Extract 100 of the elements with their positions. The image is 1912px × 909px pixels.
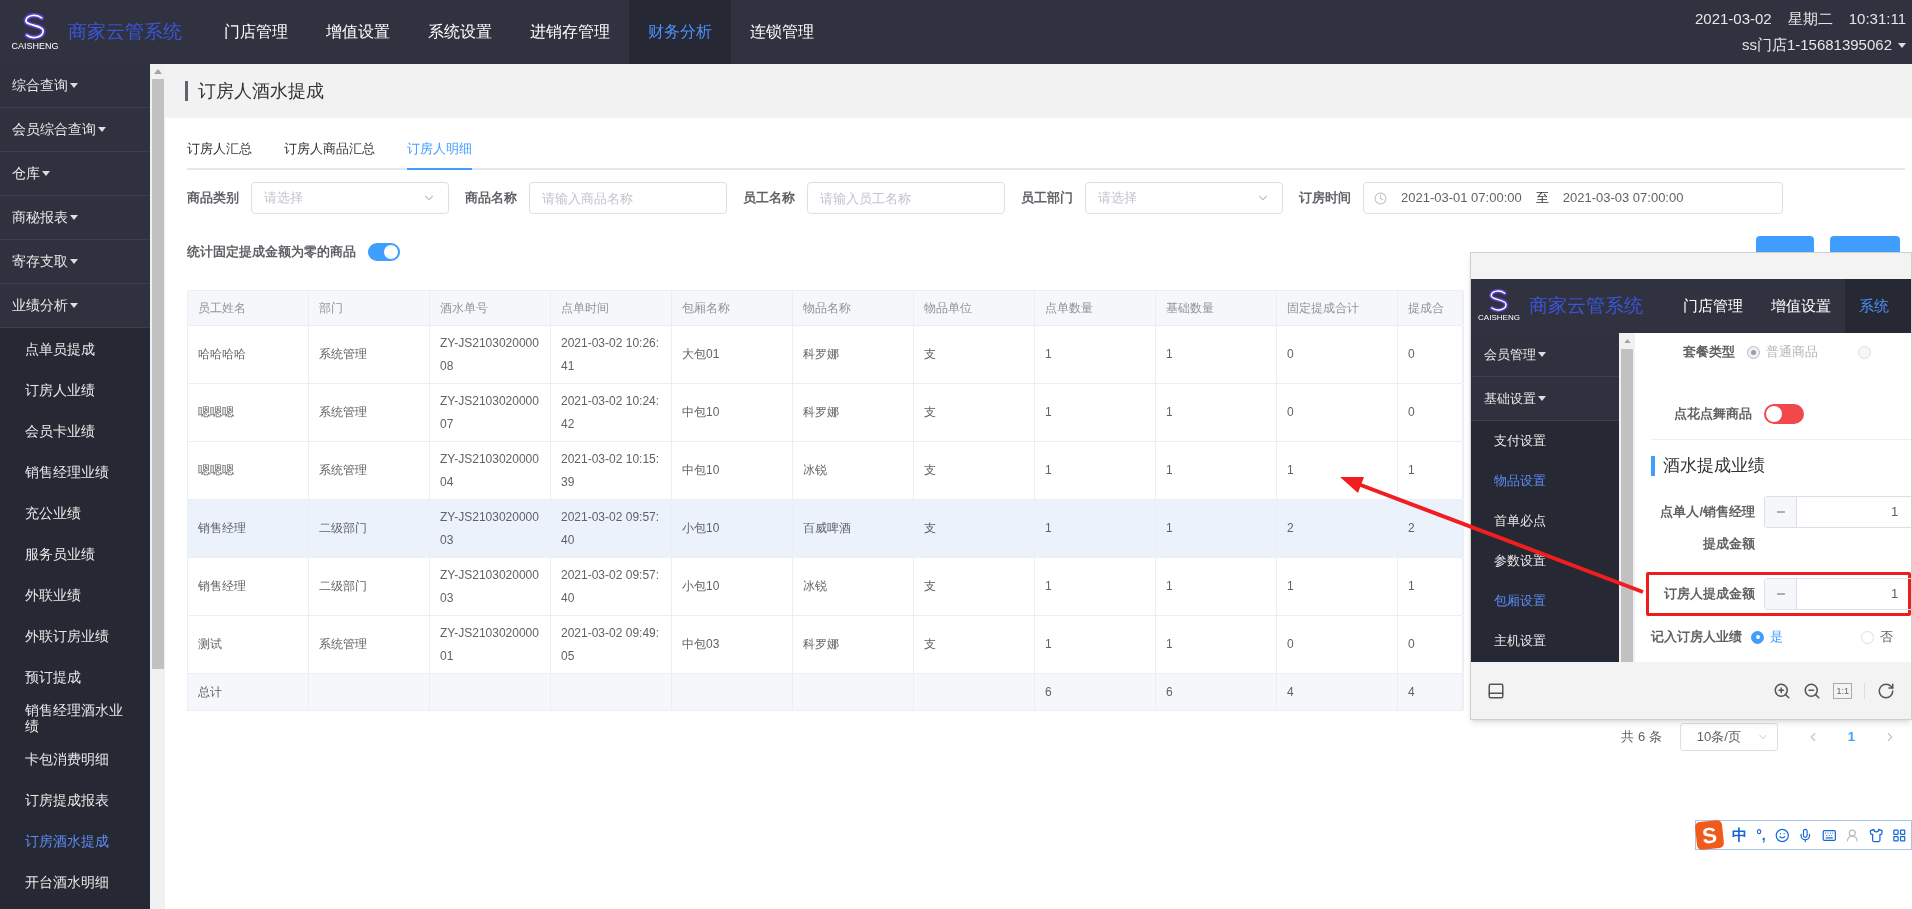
shirt-icon[interactable] <box>1868 827 1884 843</box>
zoom-out-icon[interactable] <box>1803 681 1822 700</box>
zoom-in-icon[interactable] <box>1773 681 1792 700</box>
sidebar-item[interactable]: 外联订房业绩 <box>0 615 150 656</box>
toggle-switch[interactable] <box>368 243 400 261</box>
keyboard-icon[interactable] <box>1821 827 1837 843</box>
sidebar-item[interactable]: 包厢设置 <box>1471 581 1619 621</box>
sidebar-item[interactable]: 销售经理业绩 <box>0 451 150 492</box>
sidebar-item[interactable]: 充公业绩 <box>0 492 150 533</box>
scroll-up-icon[interactable] <box>153 69 162 74</box>
table-row[interactable]: 嗯嗯嗯 系统管理 ZY-JS210302000004 2021-03-02 10:15:39 中包10 冰锐 支 1 1 1 1 <box>188 442 1462 500</box>
sidebar-item[interactable]: 卡包消费明细 <box>0 738 150 779</box>
sidebar-item[interactable]: 点单员提成 <box>0 328 150 369</box>
scroll-thumb[interactable] <box>1621 349 1633 662</box>
table-cell-text: 小包10 <box>682 520 720 537</box>
text-field[interactable]: 请输入商品名称 <box>529 182 727 214</box>
date-range-field[interactable]: 2021-03-01 07:00:00 至 2021-03-03 07:00:00 <box>1363 182 1783 214</box>
table-cell-text: 支 <box>924 520 936 537</box>
tab[interactable]: 订房人商品汇总 <box>284 130 375 168</box>
nav-tab[interactable]: 连锁管理 <box>731 0 833 64</box>
table-cell-text: 1 <box>1166 346 1173 363</box>
page-size-select[interactable]: 10条/页 <box>1679 723 1778 751</box>
panel-icon[interactable] <box>1487 681 1505 700</box>
table-cell-text: 1 <box>1166 578 1173 595</box>
radio-button[interactable] <box>1747 345 1760 359</box>
grid-icon[interactable] <box>1892 827 1908 843</box>
radio-button[interactable] <box>1751 630 1764 644</box>
punctuation-toggle[interactable]: °, <box>1756 824 1766 846</box>
sidebar-group[interactable]: 会员综合查询 <box>0 108 150 152</box>
sidebar-group[interactable]: 会员管理 <box>1471 333 1619 377</box>
sidebar-item[interactable]: 支付设置 <box>1471 421 1619 461</box>
table-cell-text: 科罗娜 <box>803 346 839 363</box>
table-cell-text: 支 <box>924 404 936 421</box>
clock-icon <box>1374 191 1387 205</box>
table-row[interactable]: 销售经理 二级部门 ZY-JS210302000003 2021-03-02 09:57:40 小包10 冰锐 支 1 1 1 1 <box>188 558 1462 616</box>
table-row[interactable]: 测试 系统管理 ZY-JS210302000001 2021-03-02 09:49:05 中包03 科罗娜 支 1 1 0 0 <box>188 616 1462 674</box>
toggle-switch[interactable] <box>1764 403 1804 424</box>
user-icon[interactable] <box>1845 827 1860 843</box>
sidebar-group[interactable]: 业绩分析 <box>0 284 150 328</box>
sidebar-item[interactable]: 销售经理酒水业绩 <box>0 697 150 738</box>
table-cell-text: ZY-JS210302000001 <box>440 624 540 665</box>
sidebar-item[interactable]: 订房酒水提成 <box>0 820 150 861</box>
nav-tab[interactable]: 增值设置 <box>307 0 409 64</box>
sidebar-group[interactable]: 寄存支取 <box>0 240 150 284</box>
table-row[interactable]: 销售经理 二级部门 ZY-JS210302000003 2021-03-02 09:57:40 小包10 百威啤酒 支 1 1 2 2 <box>188 500 1462 558</box>
nav-tab[interactable]: 财务分析 <box>629 0 731 64</box>
column-header: 员工姓名 <box>188 291 309 325</box>
table-cell-text: 系统管理 <box>319 404 367 421</box>
table-cell-text: 嗯嗯嗯 <box>198 404 234 421</box>
sidebar-item[interactable]: 会员卡业绩 <box>0 410 150 451</box>
sidebar-item[interactable]: 主机设置 <box>1471 621 1619 661</box>
table-cell-text: 中包10 <box>682 404 720 421</box>
table-cell-text: 中包03 <box>682 636 720 653</box>
emoji-icon[interactable] <box>1774 827 1790 843</box>
sidebar-group[interactable]: 综合查询 <box>0 64 150 108</box>
nav-tab[interactable]: 系统 <box>1845 279 1911 333</box>
nav-tab[interactable]: 增值设置 <box>1757 279 1845 333</box>
sidebar-item[interactable]: 订房提成报表 <box>0 779 150 820</box>
sidebar-item[interactable]: 首单必点 <box>1471 501 1619 541</box>
scrollbar[interactable] <box>150 64 165 909</box>
sidebar-group[interactable]: 商秘报表 <box>0 196 150 240</box>
sidebar-item[interactable]: 参数设置 <box>1471 541 1619 581</box>
rotate-icon[interactable] <box>1877 681 1895 700</box>
microphone-icon[interactable] <box>1798 827 1813 843</box>
text-field[interactable]: 请输入员工名称 <box>807 182 1005 214</box>
scroll-thumb[interactable] <box>151 79 164 669</box>
table-row[interactable]: 嗯嗯嗯 系统管理 ZY-JS210302000007 2021-03-02 10:24:42 中包10 科罗娜 支 1 1 0 0 <box>188 384 1462 442</box>
table-cell-text: 科罗娜 <box>803 404 839 421</box>
store-menu[interactable]: ss门店1-15681395062 <box>1741 34 1906 57</box>
nav-tab[interactable]: 系统设置 <box>409 0 511 64</box>
sidebar-item[interactable]: 物品设置 <box>1471 461 1619 501</box>
nav-tab[interactable]: 进销存管理 <box>511 0 629 64</box>
nav-tab[interactable]: 门店管理 <box>1669 279 1757 333</box>
sidebar-item[interactable]: 开台酒水明细 <box>0 861 150 902</box>
sidebar-item[interactable]: 服务员业绩 <box>0 533 150 574</box>
sidebar-item[interactable]: 外联业绩 <box>0 574 150 615</box>
table-cell-text: 支 <box>924 462 936 479</box>
total-cell-text: 6 <box>1045 684 1052 701</box>
nav-tab[interactable]: 门店管理 <box>205 0 307 64</box>
actual-size-button[interactable]: 1:1 <box>1833 682 1852 699</box>
number-input[interactable]: 1 <box>1764 496 1911 528</box>
column-header: 酒水单号 <box>430 291 551 325</box>
table-row[interactable]: 哈哈哈哈 系统管理 ZY-JS210302000008 2021-03-02 10:26:41 大包01 科罗娜 支 1 1 0 0 <box>188 326 1462 384</box>
table-cell-text: 二级部门 <box>319 520 367 537</box>
table-cell-text: 支 <box>924 346 936 363</box>
sidebar-group[interactable]: 仓库 <box>0 152 150 196</box>
radio-label: 是 <box>1770 628 1783 647</box>
table-cell-text: 1 <box>1166 462 1173 479</box>
caret-icon <box>1538 396 1546 401</box>
table-cell-text: ZY-JS210302000007 <box>440 392 540 433</box>
sidebar-item[interactable]: 订房人业绩 <box>0 369 150 410</box>
tab[interactable]: 订房人汇总 <box>187 130 252 168</box>
sidebar-group[interactable]: 基础设置 <box>1471 377 1619 421</box>
number-input[interactable]: 1 <box>1764 578 1911 610</box>
sidebar-item[interactable]: 预订提成 <box>0 656 150 697</box>
scroll-up-icon[interactable] <box>1623 339 1631 343</box>
input-mode-toggle[interactable]: 中 <box>1732 823 1748 847</box>
table-cell-text: 科罗娜 <box>803 636 839 653</box>
start-date: 2021-03-01 07:00:00 <box>1401 189 1522 208</box>
table-cell-text: 1 <box>1287 578 1294 595</box>
